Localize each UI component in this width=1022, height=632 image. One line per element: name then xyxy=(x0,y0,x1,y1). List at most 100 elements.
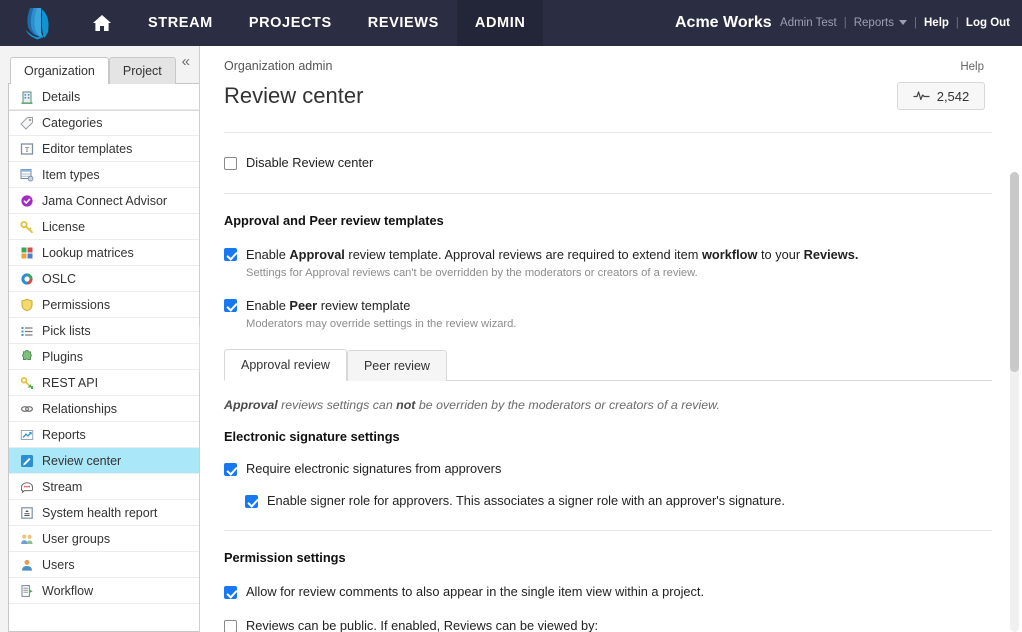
note-part-3: be overriden by the moderators or creato… xyxy=(415,398,720,412)
breadcrumb[interactable]: Organization admin xyxy=(224,59,332,73)
sidebar-tab-organization[interactable]: Organization xyxy=(10,57,109,84)
sidebar-tab-project[interactable]: Project xyxy=(108,57,176,84)
building-icon xyxy=(19,89,35,105)
status-badge[interactable]: 2,542 xyxy=(897,82,985,110)
sidebar-item-plugins-label: Plugins xyxy=(42,349,83,364)
color-grid-icon xyxy=(19,245,35,261)
chevron-down-icon xyxy=(899,20,907,26)
sidebar-item-rest-api[interactable]: REST API xyxy=(9,370,199,396)
tab-approval-review[interactable]: Approval review xyxy=(224,349,347,381)
divider-permissions xyxy=(224,530,992,531)
nav-stream-label: STREAM xyxy=(148,15,213,31)
breadcrumb-row: Organization admin Help xyxy=(224,46,992,73)
purple-check-badge-icon xyxy=(19,193,35,209)
sidebar-tab-project-label: Project xyxy=(122,64,162,78)
sidebar-tabs: Organization Project « xyxy=(0,46,199,84)
approval-part-3: workflow xyxy=(701,247,758,262)
sidebar-item-item-types[interactable]: Item types xyxy=(9,162,199,188)
sidebar-item-users[interactable]: Users xyxy=(9,552,199,578)
users-group-icon xyxy=(19,531,35,547)
nav-admin[interactable]: ADMIN xyxy=(456,0,544,46)
note-part-0: Approval xyxy=(224,398,278,412)
require-esignature-row[interactable]: Require electronic signatures from appro… xyxy=(224,461,992,477)
divider-top xyxy=(224,132,992,133)
admin-sidebar: Organization Project « Details Categorie… xyxy=(0,46,208,632)
home-icon[interactable] xyxy=(74,0,130,46)
chart-icon xyxy=(19,427,35,443)
review-comments-checkbox[interactable] xyxy=(224,586,237,599)
account-links: Admin Test | Reports | Help | Log Out xyxy=(780,0,1010,46)
sidebar-tab-organization-label: Organization xyxy=(24,64,95,78)
sidebar-item-pick-lists-label: Pick lists xyxy=(42,323,91,338)
enable-peer-template-row[interactable]: Enable Peer review template Moderators m… xyxy=(224,297,992,332)
sidebar-item-reports[interactable]: Reports xyxy=(9,422,199,448)
page-title: Review center xyxy=(224,83,364,108)
sidebar-item-oslc[interactable]: OSLC xyxy=(9,266,199,292)
approval-part-0: Enable xyxy=(246,247,290,262)
sidebar-item-categories-label: Categories xyxy=(42,116,103,130)
tab-peer-review[interactable]: Peer review xyxy=(346,350,447,381)
disable-review-center-checkbox[interactable] xyxy=(224,157,237,170)
nav-stream[interactable]: STREAM xyxy=(130,0,231,46)
sidebar-item-relationships[interactable]: Relationships xyxy=(9,396,199,422)
sidebar-item-license-label: License xyxy=(42,219,86,234)
text-box-icon: T xyxy=(19,141,35,157)
sidebar-item-workflow[interactable]: Workflow xyxy=(9,578,199,604)
logout-link[interactable]: Log Out xyxy=(966,17,1010,29)
sidebar-item-jama-connect-advisor[interactable]: Jama Connect Advisor xyxy=(9,188,199,214)
chain-link-icon xyxy=(19,401,35,417)
signer-role-checkbox[interactable] xyxy=(245,495,258,508)
sidebar-item-user-groups[interactable]: User groups xyxy=(9,526,199,552)
approval-part-5: Reviews. xyxy=(803,247,859,262)
current-user-label[interactable]: Admin Test xyxy=(780,17,837,29)
sidebar-item-permissions[interactable]: Permissions xyxy=(9,292,199,318)
jama-logo-icon[interactable] xyxy=(0,6,74,40)
enable-approval-template-checkbox[interactable] xyxy=(224,248,237,261)
review-comments-row[interactable]: Allow for review comments to also appear… xyxy=(224,584,992,600)
require-esignature-checkbox[interactable] xyxy=(224,463,237,476)
svg-text:T: T xyxy=(25,146,30,154)
sidebar-item-system-health-report[interactable]: System health report xyxy=(9,500,199,526)
signer-role-row[interactable]: Enable signer role for approvers. This a… xyxy=(245,493,992,509)
public-reviews-row[interactable]: Reviews can be public. If enabled, Revie… xyxy=(224,618,992,632)
sidebar-item-details[interactable]: Details xyxy=(9,84,199,110)
main-scrollbar[interactable] xyxy=(1010,172,1019,632)
sidebar-item-editor-templates-label: Editor templates xyxy=(42,141,133,156)
sidebar-item-lookup-matrices[interactable]: Lookup matrices xyxy=(9,240,199,266)
divider-templates xyxy=(224,193,992,194)
sidebar-item-plugins[interactable]: Plugins xyxy=(9,344,199,370)
sidebar-item-system-health-report-label: System health report xyxy=(42,505,158,520)
sidebar-item-pick-lists[interactable]: Pick lists xyxy=(9,318,199,344)
puzzle-icon xyxy=(19,349,35,365)
enable-peer-template-checkbox[interactable] xyxy=(224,299,237,312)
table-gear-icon xyxy=(19,167,35,183)
enable-approval-template-row[interactable]: Enable Approval review template. Approva… xyxy=(224,246,992,281)
chevron-double-left-icon[interactable]: « xyxy=(182,53,190,70)
sidebar-item-stream[interactable]: Stream xyxy=(9,474,199,500)
nav-projects[interactable]: PROJECTS xyxy=(231,0,350,46)
help-link[interactable]: Help xyxy=(960,61,992,73)
sidebar-item-categories[interactable]: Categories xyxy=(9,110,199,136)
oslc-ring-icon xyxy=(19,271,35,287)
sidebar-item-editor-templates[interactable]: T Editor templates xyxy=(9,136,199,162)
main-scrollbar-thumb[interactable] xyxy=(1010,172,1019,372)
note-part-1: reviews settings can xyxy=(277,398,397,412)
public-reviews-checkbox[interactable] xyxy=(224,620,237,632)
disable-review-center-row[interactable]: Disable Review center xyxy=(224,155,992,171)
nav-reviews[interactable]: REVIEWS xyxy=(350,0,457,46)
separator-2: | xyxy=(914,17,917,29)
pencil-icon xyxy=(19,453,35,469)
reports-menu[interactable]: Reports xyxy=(854,17,907,29)
signer-role-label: Enable signer role for approvers. This a… xyxy=(267,493,785,508)
help-link-top[interactable]: Help xyxy=(924,17,949,29)
sidebar-item-review-center[interactable]: Review center xyxy=(9,448,199,474)
enable-peer-template-sub: Moderators may override settings in the … xyxy=(246,318,517,330)
sidebar-item-oslc-label: OSLC xyxy=(42,271,77,286)
sidebar-item-jama-connect-advisor-label: Jama Connect Advisor xyxy=(42,193,168,208)
sidebar-item-reports-label: Reports xyxy=(42,427,86,442)
sidebar-item-lookup-matrices-label: Lookup matrices xyxy=(42,245,134,260)
sidebar-item-license[interactable]: License xyxy=(9,214,199,240)
note-part-2: not xyxy=(396,398,416,412)
public-reviews-label: Reviews can be public. If enabled, Revie… xyxy=(246,618,599,632)
enable-peer-template-label: Enable Peer review template xyxy=(246,298,410,313)
